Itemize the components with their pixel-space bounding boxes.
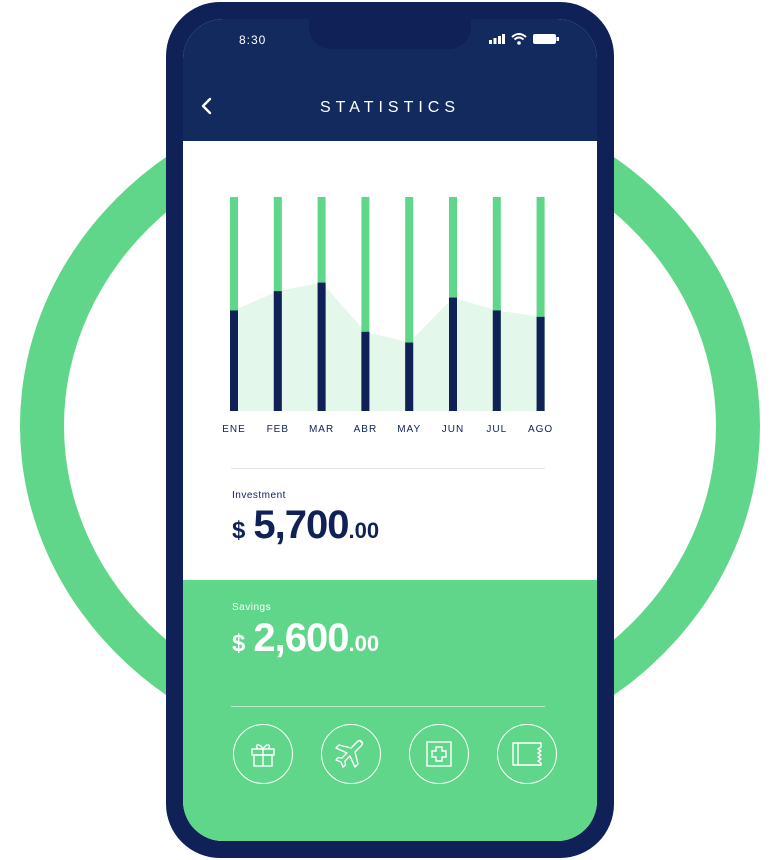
divider bbox=[231, 468, 545, 469]
investment-value: 5,700 bbox=[253, 503, 349, 547]
chart-x-tick-label: FEB bbox=[267, 424, 289, 435]
phone-frame: 8:30 STATISTICS ENE FEB MAR ABR MAY JUN … bbox=[166, 2, 614, 858]
airplane-icon bbox=[335, 739, 364, 768]
chart-x-tick-label: JUN bbox=[442, 424, 464, 435]
chart-bar bbox=[405, 342, 414, 411]
phone-screen: 8:30 STATISTICS ENE FEB MAR ABR MAY JUN … bbox=[183, 19, 597, 841]
chart-x-tick-label: MAY bbox=[397, 424, 421, 435]
gift-icon bbox=[251, 744, 275, 767]
chart-bar bbox=[317, 282, 326, 411]
medical-icon bbox=[426, 741, 452, 767]
status-time: 8:30 bbox=[239, 33, 267, 47]
ticket-icon bbox=[512, 742, 542, 766]
chart-x-tick-label: MAR bbox=[309, 424, 334, 435]
health-button[interactable] bbox=[409, 724, 469, 784]
investment-label: Investment bbox=[232, 490, 286, 501]
chart-x-tick-label: ENE bbox=[222, 424, 246, 435]
chart-bar bbox=[361, 331, 370, 411]
travel-button[interactable] bbox=[321, 724, 381, 784]
ticket-button[interactable] bbox=[497, 724, 557, 784]
wifi-icon bbox=[511, 33, 527, 45]
chart-bar bbox=[449, 297, 457, 411]
gift-button[interactable] bbox=[233, 724, 293, 784]
statistics-chart: ENE FEB MAR ABR MAY JUN JUL AGO bbox=[222, 197, 553, 435]
chart-bar bbox=[273, 291, 282, 411]
phone-notch bbox=[309, 19, 471, 49]
chart-bar bbox=[230, 310, 238, 411]
battery-icon bbox=[533, 34, 559, 44]
investment-cents: .00 bbox=[348, 518, 380, 543]
savings-label: Savings bbox=[232, 602, 272, 613]
chart-x-tick-label: JUL bbox=[486, 424, 507, 435]
chart-x-tick-label: ABR bbox=[354, 424, 378, 435]
chart-bar bbox=[492, 310, 501, 411]
savings-value: 2,600 bbox=[253, 616, 349, 660]
investment-currency: $ bbox=[232, 517, 246, 544]
status-icons bbox=[489, 33, 559, 45]
chart-bar bbox=[536, 316, 545, 411]
signal-icon bbox=[489, 34, 505, 44]
savings-cents: .00 bbox=[348, 631, 380, 656]
savings-currency: $ bbox=[232, 630, 246, 657]
savings-divider bbox=[231, 706, 545, 707]
chart-x-tick-label: AGO bbox=[528, 424, 553, 435]
savings-amount: $ 2,600 .00 bbox=[232, 616, 379, 661]
investment-amount: $ 5,700 .00 bbox=[232, 503, 379, 548]
page-title: STATISTICS bbox=[319, 99, 461, 116]
savings-panel: Savings $ 2,600 .00 bbox=[183, 580, 597, 841]
